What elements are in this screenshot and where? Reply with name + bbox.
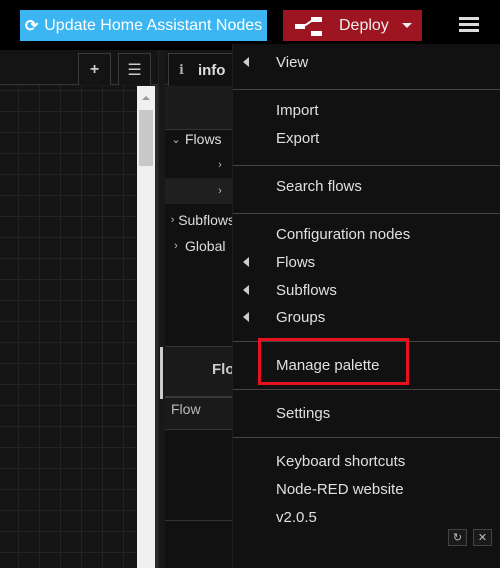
menu-item-view[interactable]: View [233, 48, 500, 76]
submenu-caret-icon [243, 312, 249, 322]
tab-info[interactable]: i info [168, 53, 235, 86]
main-menu: View Import Export Search flows Configur… [232, 44, 500, 568]
tree-item-flow-selected[interactable]: › [165, 178, 235, 204]
menu-item-configuration-nodes[interactable]: Configuration nodes [233, 220, 500, 248]
tree-item-subflows[interactable]: › Subflows [165, 207, 235, 233]
menu-item-node-red-website[interactable]: Node-RED website [233, 475, 500, 503]
header-bar: ⟳ Update Home Assistant Nodes Deploy [0, 0, 500, 50]
submenu-caret-icon [243, 285, 249, 295]
splitter-handle[interactable] [160, 347, 163, 399]
workspace: + ☰ [0, 50, 158, 568]
menu-item-import[interactable]: Import [233, 96, 500, 124]
menu-divider [233, 389, 500, 390]
deploy-icon [295, 16, 325, 36]
submenu-caret-icon [243, 57, 249, 67]
tree-item-flows[interactable]: ⌄ Flows [165, 126, 235, 152]
list-flows-button[interactable]: ☰ [118, 53, 151, 85]
main-menu-button[interactable] [459, 17, 479, 33]
tree-item-flow[interactable]: › [165, 152, 235, 178]
menu-item-subflows[interactable]: Subflows [233, 276, 500, 304]
sidebar-search-area [165, 86, 235, 130]
chevron-down-icon: ⌄ [171, 133, 181, 146]
menu-divider [233, 213, 500, 214]
plus-icon: + [89, 60, 100, 78]
canvas-vertical-scrollbar[interactable] [137, 86, 155, 568]
info-icon: i [179, 62, 184, 78]
info-flow-row: Flow [165, 398, 235, 430]
deploy-button[interactable]: Deploy [283, 10, 422, 41]
ha-button-label: Update Home Assistant Nodes [44, 16, 263, 34]
chevron-right-icon: › [174, 240, 178, 252]
chevron-right-icon: › [218, 159, 222, 171]
workspace-tab-bar: + ☰ [0, 50, 158, 85]
menu-item-groups[interactable]: Groups [233, 303, 500, 331]
menu-item-manage-palette[interactable]: Manage palette [233, 351, 500, 379]
sidebar-splitter[interactable] [158, 50, 165, 568]
deploy-label: Deploy [339, 16, 389, 34]
scroll-up-arrow-icon[interactable] [142, 96, 150, 100]
menu-item-version: v2.0.5 [276, 508, 317, 526]
sidebar: i info ⌄ Flows › › › Subflows › Global F… [165, 50, 235, 568]
menu-item-keyboard-shortcuts[interactable]: Keyboard shortcuts [233, 447, 500, 475]
info-section-header: Flow [165, 346, 235, 398]
menu-item-flows[interactable]: Flows [233, 248, 500, 276]
menu-item-settings[interactable]: Settings [233, 399, 500, 427]
tab-info-label: info [197, 61, 226, 79]
scrollbar-thumb[interactable] [139, 110, 153, 166]
update-home-assistant-nodes-button[interactable]: ⟳ Update Home Assistant Nodes [20, 10, 267, 41]
sidebar-tab-bar: i info [165, 50, 235, 86]
chevron-right-icon: › [218, 185, 222, 197]
chevron-right-icon: › [170, 214, 175, 226]
menu-divider [233, 89, 500, 90]
tree-item-global[interactable]: › Global [165, 233, 235, 259]
menu-divider [233, 341, 500, 342]
flow-canvas[interactable] [0, 86, 137, 568]
hamburger-icon [459, 17, 479, 20]
info-flow-label: Flow [171, 401, 201, 417]
refresh-icon: ⟳ [24, 17, 39, 35]
refresh-icon: ↻ [452, 532, 463, 544]
menu-divider [233, 165, 500, 166]
refresh-button[interactable]: ↻ [448, 529, 467, 546]
close-button[interactable]: ✕ [473, 529, 492, 546]
tree-item-label: Subflows [178, 212, 235, 228]
tree-item-label: Flows [185, 131, 222, 147]
tree-item-label: Global [185, 238, 226, 254]
menu-divider [233, 437, 500, 438]
submenu-caret-icon [243, 257, 249, 267]
close-icon: ✕ [477, 532, 488, 544]
deploy-dropdown-caret-icon[interactable] [402, 23, 412, 28]
menu-item-search-flows[interactable]: Search flows [233, 172, 500, 200]
add-flow-button[interactable]: + [78, 53, 111, 85]
menu-item-export[interactable]: Export [233, 124, 500, 152]
list-icon: ☰ [127, 61, 142, 79]
